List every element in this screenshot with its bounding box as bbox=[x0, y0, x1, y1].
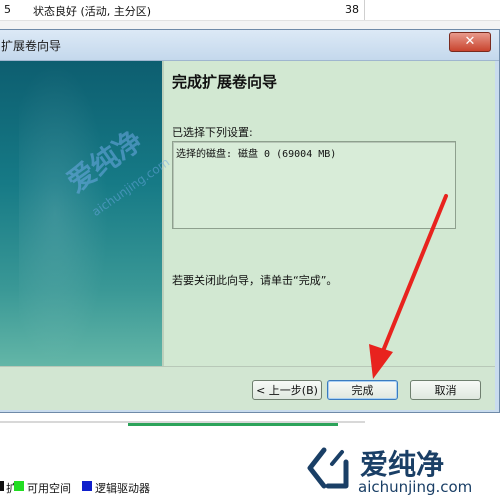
legend-swatch-logical bbox=[82, 481, 92, 491]
legend-label-free: 可用空间 bbox=[27, 482, 71, 495]
disk-status-text: 状态良好 (活动, 主分区) bbox=[33, 5, 152, 18]
legend-swatch-free bbox=[14, 481, 24, 491]
extend-volume-wizard-window: 扩展卷向导 ✕ 完成扩展卷向导 已选择下列设置: 选择的磁盘: 磁盘 0 (69… bbox=[0, 29, 500, 413]
button-area-divider bbox=[0, 366, 495, 367]
wizard-client-area: 完成扩展卷向导 已选择下列设置: 选择的磁盘: 磁盘 0 (69004 MB) … bbox=[0, 61, 495, 410]
disk-number-text: 38 bbox=[345, 3, 359, 16]
close-hint-text: 若要关闭此向导，请单击“完成”。 bbox=[172, 274, 338, 287]
wizard-side-graphic bbox=[0, 61, 162, 366]
legend-swatch-extended bbox=[0, 481, 4, 491]
logo-mark-icon bbox=[307, 447, 349, 489]
legend-label-logical: 逻辑驱动器 bbox=[95, 482, 150, 495]
selected-settings-box[interactable]: 选择的磁盘: 磁盘 0 (69004 MB) bbox=[172, 141, 456, 229]
window-titlebar[interactable]: 扩展卷向导 ✕ bbox=[0, 30, 499, 61]
cancel-button[interactable]: 取消 bbox=[410, 380, 481, 400]
page-title: 完成扩展卷向导 bbox=[172, 73, 278, 91]
wizard-content-panel: 完成扩展卷向导 已选择下列设置: 选择的磁盘: 磁盘 0 (69004 MB) … bbox=[164, 61, 495, 366]
logo-url-text: aichunjing.com bbox=[358, 478, 473, 496]
selected-settings-label: 已选择下列设置: bbox=[172, 126, 253, 139]
close-button[interactable]: ✕ bbox=[449, 32, 491, 52]
disk-cell-index: 5 bbox=[4, 3, 11, 16]
disk-partition-strip bbox=[128, 423, 338, 426]
settings-line-disk: 选择的磁盘: 磁盘 0 (69004 MB) bbox=[176, 149, 337, 160]
disk-list-row[interactable]: 5 状态良好 (活动, 主分区) 38 bbox=[0, 0, 500, 30]
finish-button[interactable]: 完成 bbox=[327, 380, 398, 400]
desktop-screen: 5 状态良好 (活动, 主分区) 38 扩展卷向导 ✕ 完成扩展卷向导 已选择下… bbox=[0, 0, 500, 500]
logo-brand-text: 爱纯净 bbox=[360, 448, 445, 481]
watermark-logo: 爱纯净 aichunjing.com bbox=[298, 440, 498, 498]
back-button[interactable]: < 上一步(B) bbox=[252, 380, 322, 400]
window-title: 扩展卷向导 bbox=[1, 39, 62, 53]
